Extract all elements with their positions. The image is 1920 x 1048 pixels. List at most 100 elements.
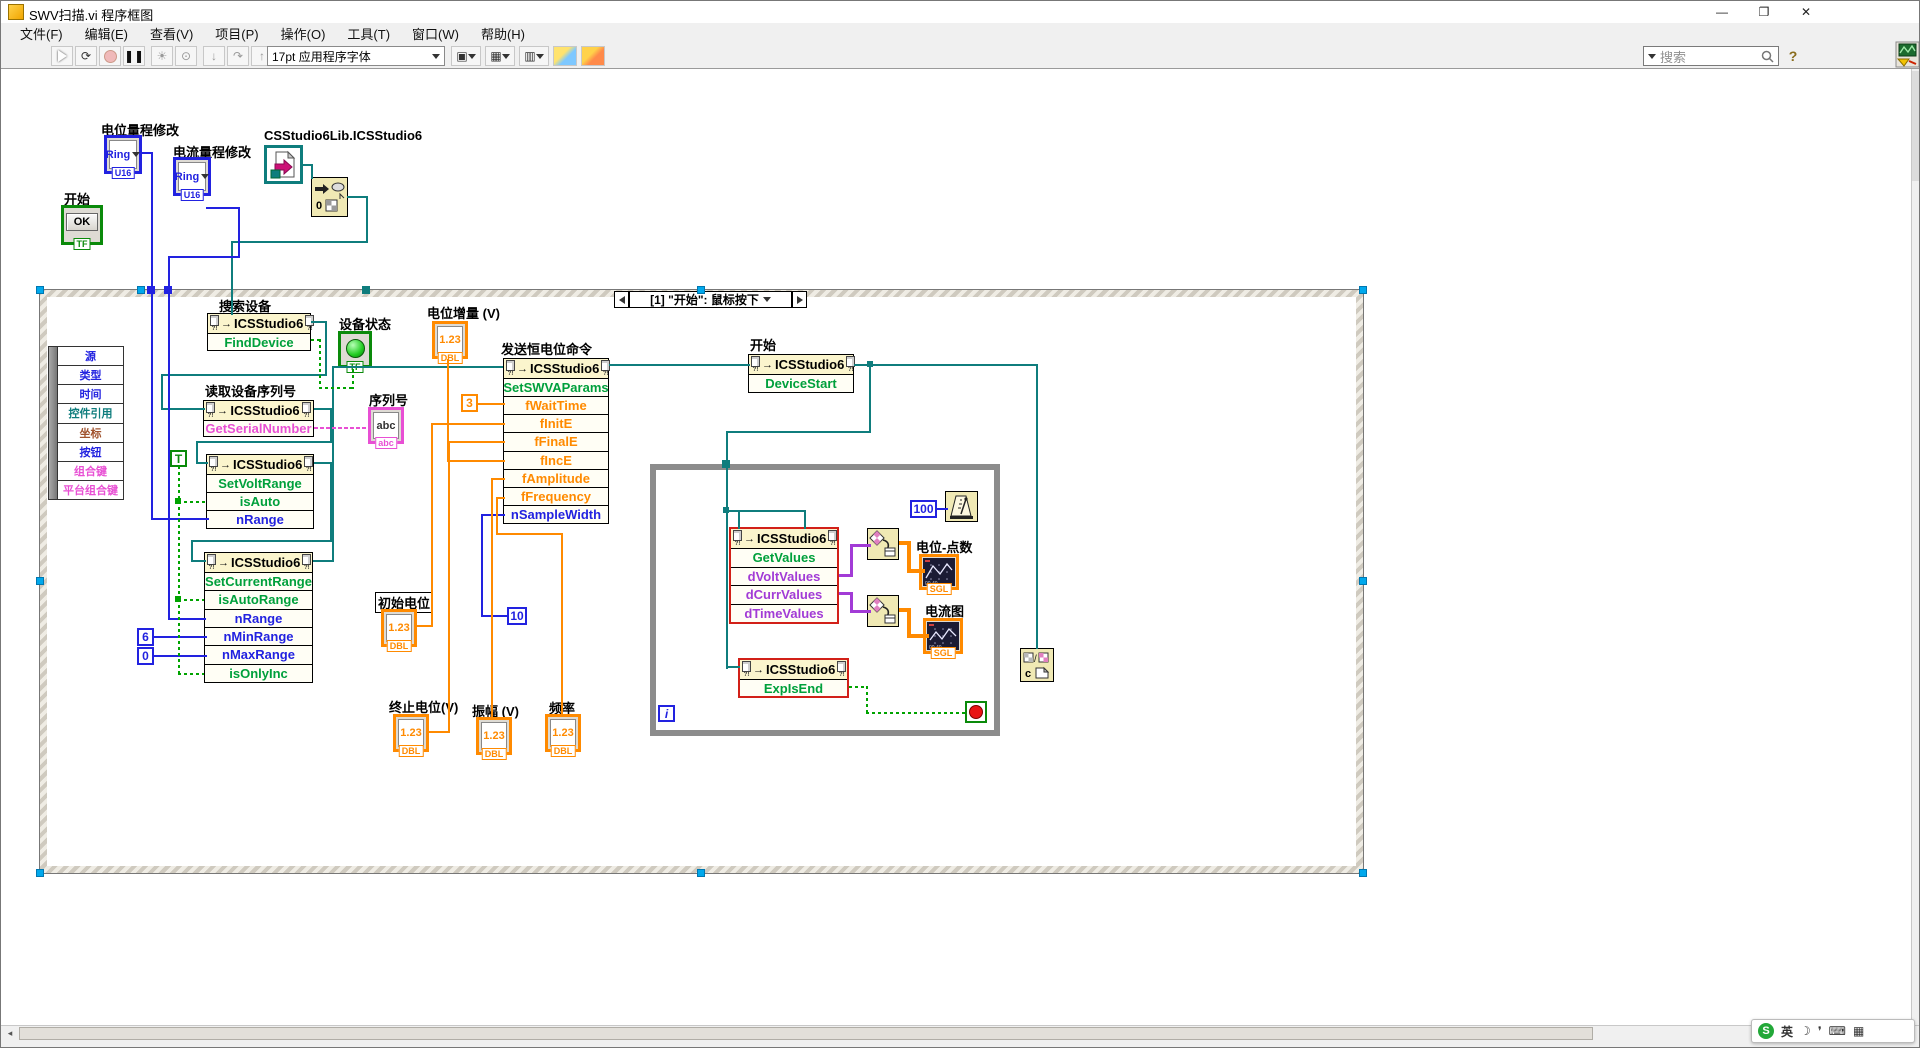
graph-points-terminal[interactable]: 00 40 SGL	[919, 554, 959, 590]
align-objects-dropdown[interactable]: ▣	[451, 46, 481, 66]
ime-toolbox-icon[interactable]: ▦	[1853, 1024, 1864, 1038]
param-row[interactable]: dVoltValues	[731, 568, 837, 587]
param-row[interactable]: isOnlyInc	[205, 665, 312, 682]
sogou-logo-icon[interactable]: S	[1758, 1023, 1774, 1039]
true-constant[interactable]: T	[170, 450, 187, 467]
event-data-node[interactable]: 源 类型 时间 控件引用 坐标 按钮 组合键 平台组合键	[48, 346, 124, 500]
reorder-button[interactable]	[581, 46, 605, 66]
vertical-scrollbar-thumb[interactable]	[1912, 71, 1920, 181]
loop-condition-terminal[interactable]	[965, 701, 987, 723]
menu-project[interactable]: 项目(P)	[204, 24, 269, 43]
method-row[interactable]: FindDevice	[208, 334, 310, 350]
loop-iteration-terminal[interactable]: i	[658, 705, 675, 722]
frequency-terminal[interactable]: 1.23 DBL	[545, 714, 581, 752]
param-row[interactable]: fFrequency	[504, 488, 608, 506]
menu-window[interactable]: 窗口(W)	[401, 24, 470, 43]
minimize-button[interactable]: —	[1701, 1, 1743, 23]
invoke-node-set-current-range[interactable]: ?!→ICSStudio6?! SetCurrentRange isAutoRa…	[204, 552, 313, 683]
param-row[interactable]: isAuto	[207, 493, 313, 511]
font-selector[interactable]: 17pt 应用程序字体	[267, 46, 445, 66]
menu-edit[interactable]: 编辑(E)	[74, 24, 139, 43]
event-prev-arrow[interactable]	[614, 291, 629, 308]
event-next-arrow[interactable]	[792, 291, 807, 308]
amplitude-terminal[interactable]: 1.23 DBL	[476, 717, 512, 755]
maximize-button[interactable]: ❐	[1743, 1, 1785, 23]
param-row[interactable]: fFinalE	[504, 433, 608, 451]
close-button[interactable]: ✕	[1785, 1, 1827, 23]
method-row[interactable]: SetVoltRange	[207, 475, 313, 493]
menu-tools[interactable]: 工具(T)	[336, 24, 401, 43]
increment-terminal[interactable]: 1.23 DBL	[432, 321, 468, 359]
nmax-constant[interactable]: 0	[137, 647, 154, 665]
param-row[interactable]: fInitE	[504, 415, 608, 433]
method-row[interactable]: DeviceStart	[749, 375, 853, 392]
invoke-node-exp-is-end[interactable]: ?!→ICSStudio6?! ExpIsEnd	[738, 658, 849, 698]
graph-current-terminal[interactable]: 00 40 SGL	[923, 618, 963, 654]
menu-operate[interactable]: 操作(O)	[270, 24, 337, 43]
device-status-led[interactable]: TF	[338, 331, 372, 368]
search-input[interactable]: 搜索	[1643, 46, 1779, 66]
method-row[interactable]: GetValues	[731, 549, 837, 568]
variant-to-data-2[interactable]	[867, 595, 899, 627]
param-row[interactable]: nMaxRange	[205, 646, 312, 664]
menu-view[interactable]: 查看(V)	[139, 24, 204, 43]
start-ok-terminal[interactable]: OK TF	[61, 205, 103, 245]
param-row[interactable]: nMinRange	[205, 628, 312, 646]
vertical-scrollbar[interactable]	[1911, 69, 1920, 1025]
variant-to-flattened-string[interactable]: / c	[1020, 648, 1054, 682]
wait-time-constant[interactable]: 3	[461, 394, 478, 412]
param-row[interactable]: fWaitTime	[504, 397, 608, 415]
invoke-node-get-serial[interactable]: ?!→ICSStudio6?! GetSerialNumber	[203, 400, 314, 437]
variant-to-data-1[interactable]	[867, 528, 899, 560]
param-row[interactable]: fAmplitude	[504, 470, 608, 488]
scroll-left-arrow[interactable]: ◂	[3, 1027, 17, 1040]
invoke-node-get-values[interactable]: ?!→ICSStudio6?! GetValues dVoltValues dC…	[729, 527, 839, 624]
abort-button[interactable]	[99, 46, 121, 66]
curr-range-terminal[interactable]: Ring U16	[173, 157, 211, 196]
interval-constant[interactable]: 100	[910, 500, 937, 518]
init-potential-terminal[interactable]: 1.23 DBL	[381, 609, 417, 647]
event-case-selector[interactable]: [1] "开始": 鼠标按下	[629, 291, 792, 308]
final-potential-terminal[interactable]: 1.23 DBL	[393, 714, 429, 752]
search-scope-dropdown-icon[interactable]	[1648, 54, 1656, 59]
distribute-objects-dropdown[interactable]: ▦	[485, 46, 515, 66]
help-button[interactable]: ?	[1783, 46, 1803, 66]
menu-help[interactable]: 帮助(H)	[470, 24, 536, 43]
class-constant[interactable]	[264, 145, 303, 184]
run-button[interactable]	[51, 46, 73, 66]
volt-range-terminal[interactable]: Ring U16	[104, 135, 142, 174]
method-row[interactable]: GetSerialNumber	[204, 421, 313, 436]
run-continuous-button[interactable]: ⟳	[75, 46, 97, 66]
param-row[interactable]: nRange	[205, 610, 312, 628]
param-row[interactable]: isAutoRange	[205, 591, 312, 609]
invoke-node-set-swva-params[interactable]: ?!→ICSStudio6?! SetSWVAParams fWaitTime …	[503, 358, 609, 524]
pause-button[interactable]: ❚❚	[123, 46, 145, 66]
class-converter-icon[interactable]: 0	[311, 177, 348, 217]
invoke-node-set-volt-range[interactable]: ?!→ICSStudio6?! SetVoltRange isAuto nRan…	[206, 454, 314, 529]
param-row[interactable]: nRange	[207, 511, 313, 528]
cleanup-diagram-button[interactable]	[553, 46, 577, 66]
ime-fullhalf-icon[interactable]: ☽	[1800, 1024, 1811, 1038]
method-row[interactable]: SetCurrentRange	[205, 573, 312, 591]
ime-keyboard-icon[interactable]: ⌨	[1829, 1024, 1846, 1038]
ime-punctuation-icon[interactable]: ❜	[1818, 1024, 1822, 1038]
param-row[interactable]: dCurrValues	[731, 586, 837, 605]
nmin-constant[interactable]: 6	[137, 628, 154, 646]
invoke-node-device-start[interactable]: ?!→ICSStudio6?! DeviceStart	[748, 354, 854, 393]
menu-file[interactable]: 文件(F)	[9, 24, 74, 43]
wait-ms-function[interactable]	[945, 491, 978, 522]
param-row[interactable]: fIncE	[504, 452, 608, 470]
retain-wire-values-button[interactable]: ⊙	[175, 46, 197, 66]
resize-objects-dropdown[interactable]: ▥	[519, 46, 549, 66]
ime-language-toggle[interactable]: 英	[1781, 1023, 1793, 1040]
param-row[interactable]: nSampleWidth	[504, 506, 608, 523]
serial-indicator[interactable]: abc abc	[368, 407, 404, 444]
step-into-button[interactable]: ↓	[203, 46, 225, 66]
horizontal-scrollbar-thumb[interactable]	[19, 1027, 1593, 1040]
sample-width-constant[interactable]: 10	[507, 607, 527, 625]
highlight-execution-button[interactable]: ☀	[151, 46, 173, 66]
step-over-button[interactable]: ↷	[227, 46, 249, 66]
method-row[interactable]: SetSWVAParams	[504, 379, 608, 397]
invoke-node-find-device[interactable]: ?!→ICSStudio6?! FindDevice	[207, 313, 311, 351]
param-row[interactable]: dTimeValues	[731, 605, 837, 623]
